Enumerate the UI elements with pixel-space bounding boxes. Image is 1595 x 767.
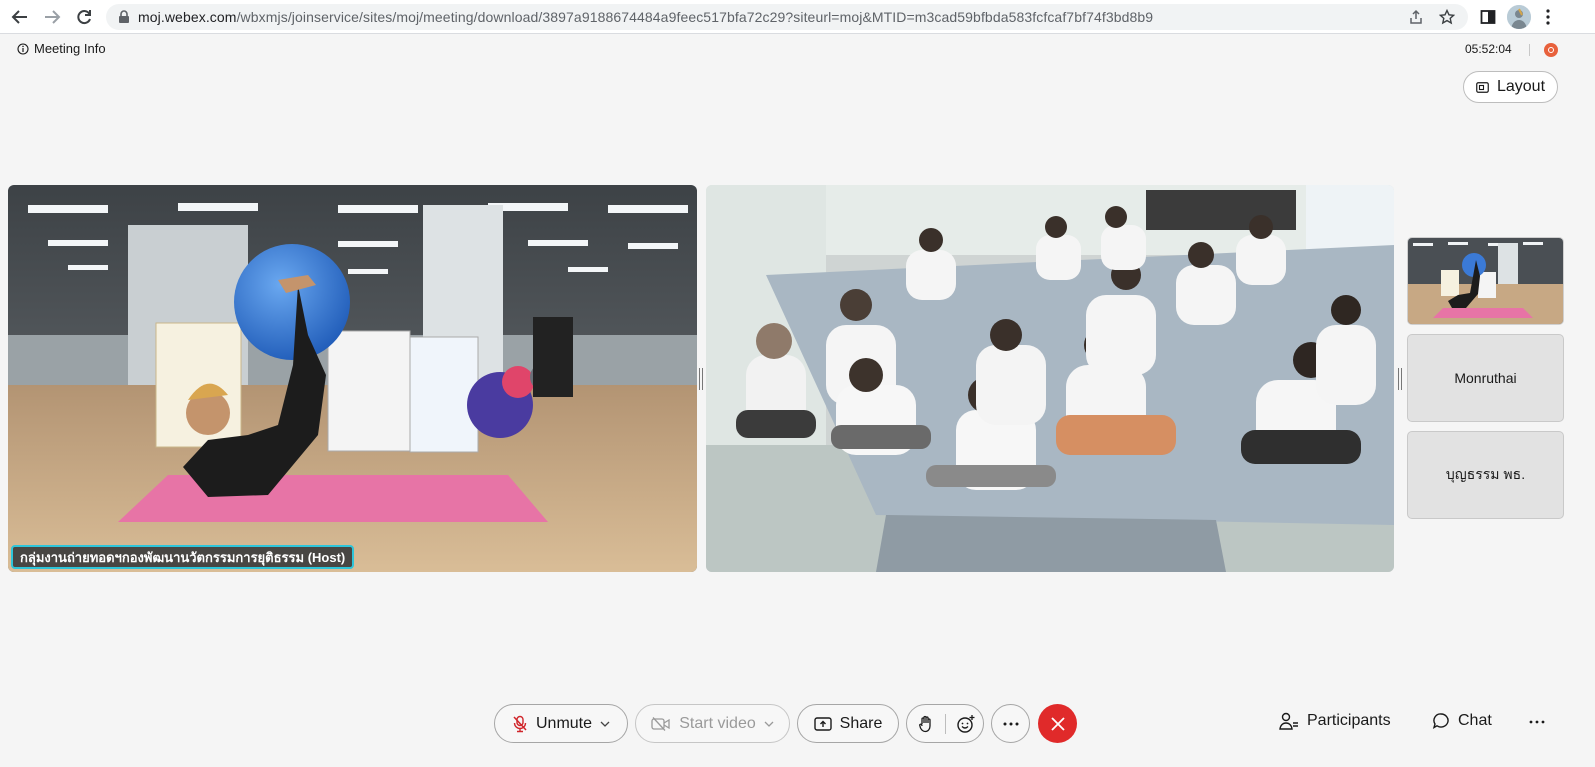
url-text: moj.webex.com/wbxmjs/joinservice/sites/m… xyxy=(138,9,1153,25)
meeting-info-label: Meeting Info xyxy=(34,41,106,56)
side-panel-resize-handle[interactable] xyxy=(1398,368,1402,390)
share-screen-icon xyxy=(813,716,832,731)
chevron-down-icon[interactable] xyxy=(600,721,610,727)
share-label: Share xyxy=(839,714,883,732)
host-video-tile[interactable]: กลุ่มงานถ่ายทอดฯกองพัฒนานวัตกรรมการยุติธ… xyxy=(8,185,697,572)
more-dots-icon xyxy=(1529,720,1545,724)
back-arrow-icon[interactable] xyxy=(8,6,32,28)
muted-microphone-icon xyxy=(513,715,527,732)
unmute-label: Unmute xyxy=(535,714,593,732)
host-video-feed xyxy=(8,185,697,572)
share-button[interactable]: Share xyxy=(797,704,899,743)
layout-label: Layout xyxy=(1496,78,1546,95)
header-divider xyxy=(1529,44,1530,56)
meeting-timer: 05:52:04 xyxy=(1465,42,1512,56)
browser-menu-icon[interactable] xyxy=(1536,5,1560,29)
reload-icon[interactable] xyxy=(72,6,96,28)
start-video-label: Start video xyxy=(679,714,756,732)
host-name-tag: กลุ่มงานถ่ายทอดฯกองพัฒนานวัตกรรมการยุติธ… xyxy=(11,545,355,569)
unmute-button[interactable]: Unmute xyxy=(494,704,628,743)
thumbnail-participant[interactable]: Monruthai xyxy=(1407,334,1564,422)
participants-button[interactable]: Participants xyxy=(1279,712,1391,730)
side-panel-icon[interactable] xyxy=(1476,5,1500,29)
more-options-button[interactable] xyxy=(991,704,1030,743)
meeting-info-button[interactable]: Meeting Info xyxy=(17,41,106,56)
url-path: /wbxmjs/joinservice/sites/moj/meeting/do… xyxy=(236,9,1154,25)
layout-icon xyxy=(1476,81,1489,93)
end-call-button[interactable] xyxy=(1038,704,1077,743)
reactions-group xyxy=(906,704,984,743)
more-dots-icon xyxy=(1003,722,1018,725)
url-domain: moj.webex.com xyxy=(138,9,237,25)
chat-bubble-icon xyxy=(1432,713,1449,729)
participant-name: Monruthai xyxy=(1454,370,1517,386)
bookmark-star-icon[interactable] xyxy=(1438,8,1456,26)
raise-hand-icon xyxy=(919,715,931,732)
recording-indicator-icon[interactable] xyxy=(1544,43,1558,57)
chat-button[interactable]: Chat xyxy=(1432,712,1492,730)
participant-video-tile[interactable] xyxy=(706,185,1394,572)
thumbnail-participant[interactable]: บุญธรรม พธ. xyxy=(1407,431,1564,519)
profile-avatar[interactable] xyxy=(1507,5,1531,29)
close-icon xyxy=(1050,716,1065,731)
thumbnail-video-feed xyxy=(1408,238,1563,324)
browser-toolbar: moj.webex.com/wbxmjs/joinservice/sites/m… xyxy=(0,0,1595,34)
participants-label: Participants xyxy=(1307,712,1391,729)
reactions-button[interactable] xyxy=(947,705,985,742)
address-bar[interactable]: moj.webex.com/wbxmjs/joinservice/sites/m… xyxy=(106,4,1468,30)
layout-button[interactable]: Layout xyxy=(1463,71,1558,103)
forward-arrow-icon[interactable] xyxy=(40,6,64,28)
chat-label: Chat xyxy=(1458,712,1492,729)
video-off-icon xyxy=(651,716,670,731)
start-video-button[interactable]: Start video xyxy=(635,704,790,743)
overflow-menu-button[interactable] xyxy=(1529,720,1545,724)
info-icon xyxy=(17,42,29,55)
raise-hand-button[interactable] xyxy=(907,705,945,742)
tile-resize-handle[interactable] xyxy=(699,368,703,390)
participants-icon xyxy=(1279,712,1298,730)
participant-name: บุญธรรม พธ. xyxy=(1445,466,1526,482)
lock-icon xyxy=(118,10,130,29)
participant-video-feed xyxy=(706,185,1394,572)
chevron-down-icon[interactable] xyxy=(764,721,774,727)
emoji-reaction-icon xyxy=(957,714,975,733)
share-page-icon[interactable] xyxy=(1407,8,1425,26)
thumbnail-host-video[interactable] xyxy=(1407,237,1564,325)
